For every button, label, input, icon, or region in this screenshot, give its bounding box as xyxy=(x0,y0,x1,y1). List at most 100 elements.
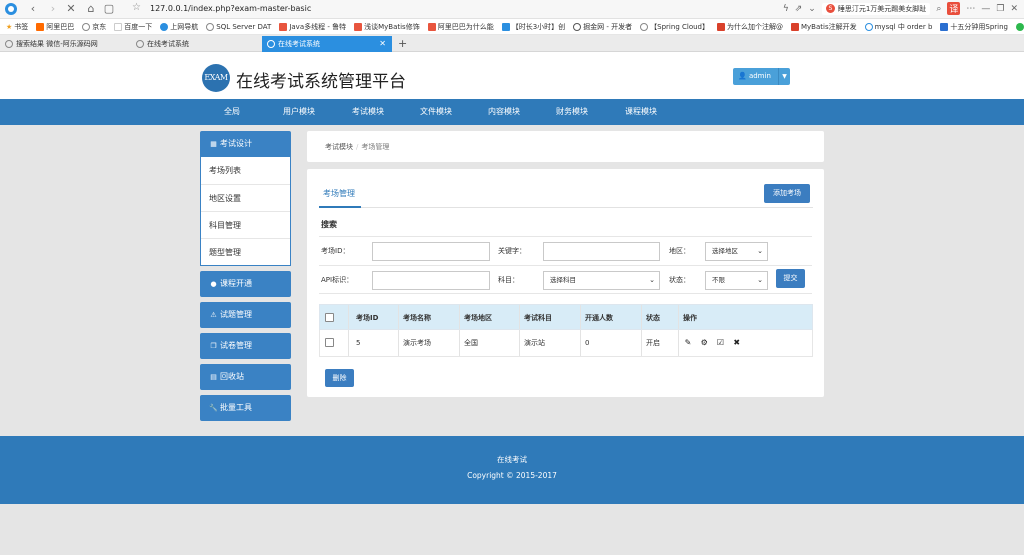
bookmark-item[interactable]: SQL Server DAT xyxy=(206,22,271,31)
room-id-label: 考场ID： xyxy=(321,247,350,255)
subject-select[interactable]: 选择科目 ⌄ xyxy=(543,271,660,290)
more-icon[interactable]: ⋯ xyxy=(966,4,975,14)
restore-icon[interactable]: ❐ xyxy=(996,4,1004,14)
bookmark-item[interactable]: mysql 中 order b xyxy=(864,22,932,32)
bookmark-item[interactable]: 阿里巴巴为什么能 xyxy=(427,22,494,32)
select-all-checkbox[interactable] xyxy=(325,313,334,322)
browser-tab-bar: 搜索结果 微信-阿乐源码网 在线考试系统 在线考试系统 ✕ + xyxy=(0,35,1024,52)
chevron-down-icon[interactable]: ▼ xyxy=(778,68,790,85)
nav-exam-module[interactable]: 考试模块 xyxy=(352,99,384,125)
close-icon[interactable]: ✖ xyxy=(730,330,744,356)
breadcrumb-panel: 考试模块 / 考场管理 xyxy=(307,131,824,162)
user-icon: 👤 xyxy=(738,72,747,80)
bookmark-favicon xyxy=(36,22,45,31)
cell-count: 0 xyxy=(580,330,641,356)
back-icon[interactable]: ‹ xyxy=(26,2,40,16)
subject-label: 科目： xyxy=(498,276,519,284)
sidebar-group-recycle-bin[interactable]: ▤ 回收站 xyxy=(200,364,291,390)
browser-tab-active[interactable]: 在线考试系统 ✕ xyxy=(262,36,392,52)
bookmark-item[interactable]: 上网导航 xyxy=(160,22,198,32)
close-tab-icon[interactable]: ✕ xyxy=(379,36,386,52)
tab-room-management[interactable]: 考场管理 xyxy=(323,188,355,199)
user-menu-button[interactable]: 👤 admin ▼ xyxy=(733,68,790,85)
bookmark-item[interactable]: spri xyxy=(1015,22,1024,31)
sidebar-item-subject-management[interactable]: 科目管理 xyxy=(201,211,290,238)
room-id-input[interactable] xyxy=(372,242,490,261)
col-count: 开通人数 xyxy=(580,305,641,329)
col-room-id: 考场ID xyxy=(348,305,398,329)
nav-global[interactable]: 全局 xyxy=(224,99,240,125)
minimize-icon[interactable]: — xyxy=(981,4,990,14)
sidebar-group-course-open[interactable]: ● 课程开通 xyxy=(200,271,291,297)
bookmark-item[interactable]: MyBatis注解开发 xyxy=(790,22,857,32)
region-label: 地区： xyxy=(669,247,690,255)
wrench-icon[interactable]: ✎ xyxy=(681,330,695,356)
table-row: 5 演示考场 全国 演示站 0 开启 ✎ ⚙ ☑ ✖ xyxy=(319,330,813,357)
wrench-icon: 🔧 xyxy=(209,404,218,412)
bookmark-item[interactable]: Java多线程 - 鲁特 xyxy=(279,22,346,32)
bookmark-favicon xyxy=(427,22,436,31)
cell-room-name: 演示考场 xyxy=(398,330,459,356)
bookmark-item[interactable]: 京东 xyxy=(82,22,106,32)
extension-icon[interactable]: 译 xyxy=(947,2,961,15)
bookmark-item[interactable]: 【时长3小时】创 xyxy=(501,22,565,32)
region-select[interactable]: 选择地区 ⌄ xyxy=(705,242,768,261)
favorite-star-icon[interactable]: ☆ xyxy=(132,2,141,13)
sidebar-group-batch-tools[interactable]: 🔧 批量工具 xyxy=(200,395,291,421)
reader-icon[interactable]: ▢ xyxy=(102,2,116,16)
lightning-icon[interactable]: ϟ xyxy=(783,4,789,14)
bookmark-item[interactable]: 十五分钟用Spring xyxy=(940,22,1008,32)
bookmark-item[interactable]: 掘金网 - 开发者 xyxy=(573,22,632,32)
sidebar-group-exam-design[interactable]: ▦ 考试设计 xyxy=(200,131,291,157)
address-input[interactable]: 127.0.0.1/index.php?exam-master-basic xyxy=(150,4,311,13)
submit-button[interactable]: 提交 xyxy=(776,269,805,288)
trash-icon: ▤ xyxy=(210,373,217,381)
dropdown-icon[interactable]: ⌄ xyxy=(808,4,816,14)
reload-icon[interactable]: ✕ xyxy=(64,2,78,16)
nav-course-module[interactable]: 课程模块 xyxy=(625,99,657,125)
sidebar-item-region-settings[interactable]: 地区设置 xyxy=(201,184,290,211)
col-room-region: 考场地区 xyxy=(459,305,519,329)
forward-icon[interactable]: › xyxy=(46,2,60,16)
bookmark-item[interactable]: 百度一下 xyxy=(114,22,152,32)
close-window-icon[interactable]: ✕ xyxy=(1010,4,1018,14)
globe-icon xyxy=(267,40,275,48)
bookmark-item[interactable]: ★ 书签 xyxy=(6,22,28,32)
sidebar-group-paper-management[interactable]: ❐ 试卷管理 xyxy=(200,333,291,359)
col-actions: 操作 xyxy=(678,305,814,329)
bookmark-star-icon: ★ xyxy=(6,22,13,31)
check-square-icon[interactable]: ☑ xyxy=(713,330,727,356)
col-subject: 考试科目 xyxy=(519,305,580,329)
globe-icon xyxy=(206,22,215,31)
nav-finance-module[interactable]: 财务模块 xyxy=(556,99,588,125)
bookmark-item[interactable]: 【Spring Cloud】 xyxy=(640,22,709,32)
sidebar-item-room-list[interactable]: 考场列表 xyxy=(201,157,290,184)
browser-tab[interactable]: 在线考试系统 xyxy=(131,36,261,52)
gear-icon[interactable]: ⚙ xyxy=(697,330,711,356)
delete-button[interactable]: 删除 xyxy=(325,369,354,387)
keyword-input[interactable] xyxy=(543,242,660,261)
breadcrumb-root[interactable]: 考试模块 xyxy=(325,143,353,151)
bookmark-favicon xyxy=(790,22,799,31)
bookmark-favicon xyxy=(114,22,123,31)
nav-user-module[interactable]: 用户模块 xyxy=(283,99,315,125)
browser-tab[interactable]: 搜索结果 微信-阿乐源码网 xyxy=(0,36,130,52)
new-tab-button[interactable]: + xyxy=(398,35,407,52)
share-icon[interactable]: ⇗ xyxy=(795,4,803,14)
row-checkbox[interactable] xyxy=(325,338,334,347)
add-room-button[interactable]: 添加考场 xyxy=(764,184,810,203)
search-icon[interactable]: ⌕ xyxy=(936,4,941,14)
home-icon[interactable]: ⌂ xyxy=(84,2,98,16)
api-input[interactable] xyxy=(372,271,490,290)
bookmark-item[interactable]: 阿里巴巴 xyxy=(36,22,74,32)
browser-toolbar: ‹ › ✕ ⌂ ▢ ☆ 127.0.0.1/index.php?exam-mas… xyxy=(0,0,1024,19)
bookmark-item[interactable]: 浅谈MyBatis修饰 xyxy=(354,22,420,32)
nav-file-module[interactable]: 文件模块 xyxy=(420,99,452,125)
status-select[interactable]: 不限 ⌄ xyxy=(705,271,768,290)
sidebar-item-question-types[interactable]: 题型管理 xyxy=(201,238,290,265)
col-room-name: 考场名称 xyxy=(398,305,459,329)
search-suggestion[interactable]: S 睡思汀元1万美元踢美女脚趾 xyxy=(821,2,931,15)
nav-content-module[interactable]: 内容模块 xyxy=(488,99,520,125)
bookmark-item[interactable]: 为什么加个注解@ xyxy=(716,22,783,32)
sidebar-group-question-management[interactable]: ⚠ 试题管理 xyxy=(200,302,291,328)
